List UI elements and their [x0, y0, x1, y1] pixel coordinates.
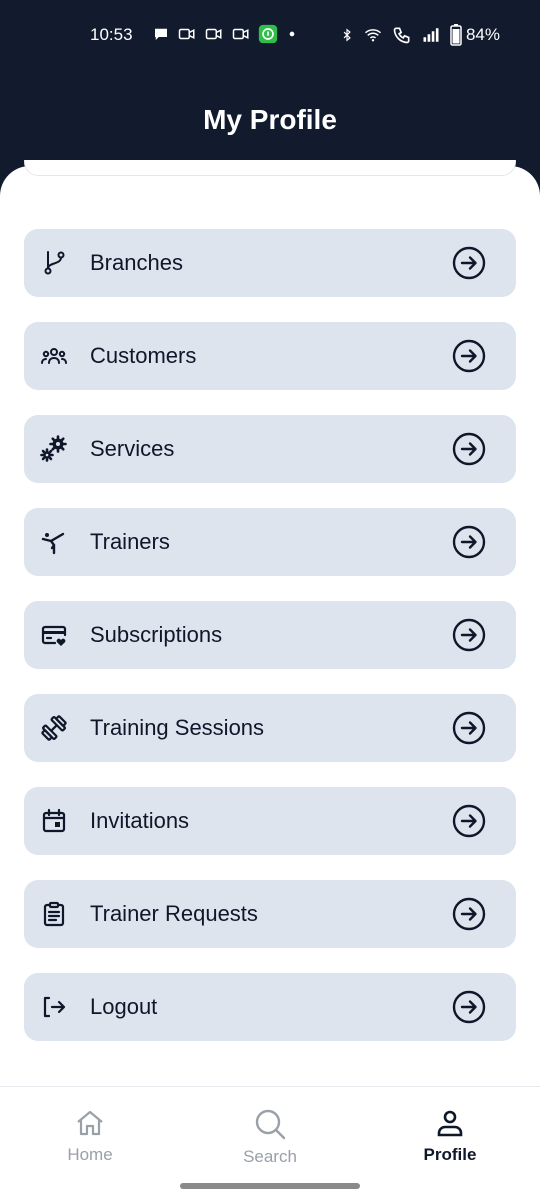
video-icon — [178, 28, 195, 40]
menu-item-subscriptions[interactable]: Subscriptions — [24, 601, 516, 669]
app-notification-icon — [258, 24, 278, 44]
home-icon — [77, 1110, 103, 1136]
nav-item-profile[interactable]: Profile — [390, 1107, 510, 1165]
dot-icon — [289, 31, 295, 37]
menu-item-trainers[interactable]: Trainers — [24, 508, 516, 576]
wifi-call-icon — [393, 27, 410, 44]
menu-item-training-sessions[interactable]: Training Sessions — [24, 694, 516, 762]
arrow-right-circle-icon — [452, 618, 486, 652]
notification-icons — [152, 24, 299, 44]
content-sheet: Branches Customers Services Trainers Sub… — [0, 160, 540, 1086]
branch-icon — [40, 249, 68, 277]
menu-item-label: Subscriptions — [90, 622, 223, 647]
arrow-right-circle-icon — [452, 432, 486, 466]
arrow-right-circle-icon — [452, 804, 486, 838]
battery-icon — [450, 24, 462, 46]
arrow-right-circle-icon — [452, 246, 486, 280]
group-icon — [40, 342, 68, 370]
dumbbell-icon — [40, 714, 68, 742]
bluetooth-icon — [343, 28, 351, 42]
user-icon — [437, 1110, 463, 1137]
nav-label-profile: Profile — [423, 1145, 477, 1164]
menu-item-label: Services — [90, 436, 175, 461]
status-time: 10:53 — [90, 25, 133, 44]
menu-item-services[interactable]: Services — [24, 415, 516, 483]
signal-icon — [423, 28, 439, 42]
gymnast-icon — [40, 528, 68, 556]
card-heart-icon — [40, 621, 68, 649]
menu-item-label: Logout — [90, 994, 158, 1019]
wifi-icon — [364, 29, 381, 42]
menu-item-invitations[interactable]: Invitations — [24, 787, 516, 855]
logout-icon — [40, 993, 68, 1021]
system-icons: 84% — [340, 24, 500, 46]
menu-item-label: Branches — [90, 250, 183, 275]
battery-level: 84% — [465, 25, 500, 44]
arrow-right-circle-icon — [452, 897, 486, 931]
menu-item-label: Training Sessions — [90, 715, 265, 740]
search-icon — [255, 1109, 286, 1140]
menu-item-customers[interactable]: Customers — [24, 322, 516, 390]
arrow-right-circle-icon — [452, 990, 486, 1024]
menu-item-logout[interactable]: Logout — [24, 973, 516, 1041]
clipboard-icon — [40, 900, 68, 928]
page-title: My Profile — [203, 104, 337, 135]
profile-card-edge — [24, 160, 516, 176]
arrow-right-circle-icon — [452, 339, 486, 373]
gears-icon — [40, 435, 68, 463]
nav-label-search: Search — [243, 1147, 297, 1166]
menu-item-label: Customers — [90, 343, 197, 368]
menu-item-branches[interactable]: Branches — [24, 229, 516, 297]
menu-item-label: Invitations — [90, 808, 190, 833]
arrow-right-circle-icon — [452, 525, 486, 559]
video-icon — [205, 28, 222, 40]
status-bar: 10:53 84% — [0, 18, 540, 52]
nav-label-home: Home — [67, 1145, 113, 1164]
nav-item-home[interactable]: Home — [30, 1107, 150, 1165]
menu-item-trainer-requests[interactable]: Trainer Requests — [24, 880, 516, 948]
nav-item-search[interactable]: Search — [210, 1107, 330, 1167]
arrow-right-circle-icon — [452, 711, 486, 745]
home-indicator[interactable] — [180, 1183, 360, 1189]
video-icon — [232, 28, 249, 40]
calendar-icon — [40, 807, 68, 835]
menu-item-label: Trainer Requests — [90, 901, 258, 926]
chat-bubble-icon — [155, 28, 167, 40]
menu-item-label: Trainers — [90, 529, 170, 554]
